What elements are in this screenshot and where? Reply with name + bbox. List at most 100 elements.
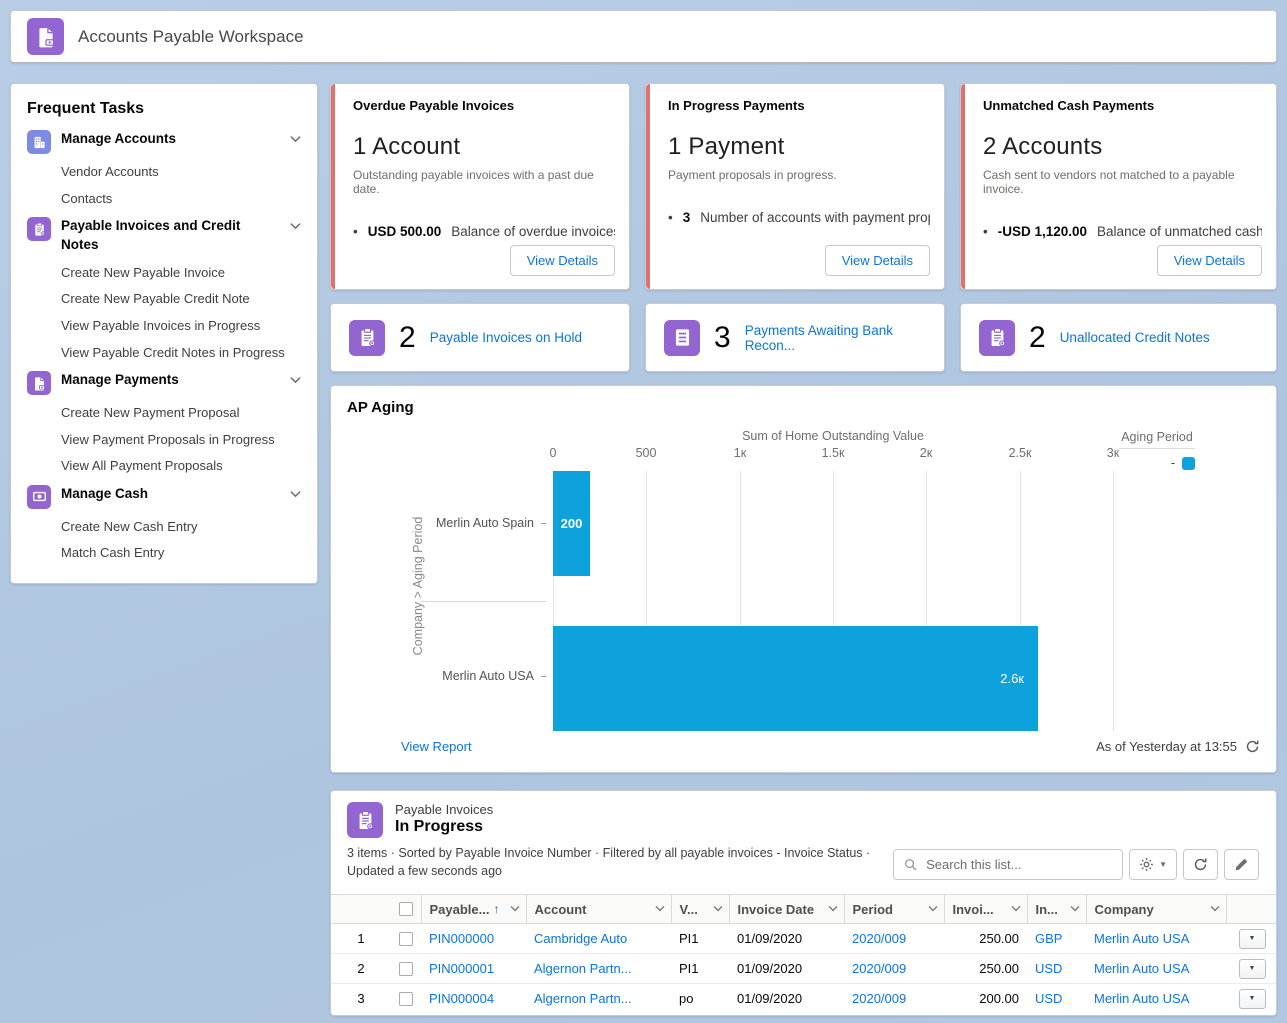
sidebar-item-match-cash-entry[interactable]: Match Cash Entry <box>61 544 301 562</box>
period-link[interactable]: 2020/009 <box>852 931 906 946</box>
chevron-down-icon <box>290 377 301 384</box>
view-report-link[interactable]: View Report <box>401 739 472 754</box>
view-details-button[interactable]: View Details <box>825 245 930 276</box>
currency-link[interactable]: USD <box>1035 961 1062 976</box>
payable-invoice-link[interactable]: PIN000004 <box>429 991 494 1006</box>
quick-count: 2 <box>1029 321 1046 355</box>
chevron-down-icon <box>290 491 301 498</box>
account-link[interactable]: Algernon Partn... <box>534 991 632 1006</box>
x-tick: 2.5к <box>1009 446 1032 460</box>
sidebar-item-contacts[interactable]: Contacts <box>61 190 301 208</box>
table-row: 3 PIN000004 Algernon Partn... po 01/09/2… <box>331 984 1277 1014</box>
row-select-cell[interactable] <box>391 954 421 984</box>
column-header-amount[interactable]: Invoi... <box>944 895 1027 924</box>
row-checkbox[interactable] <box>399 992 413 1006</box>
payable-invoice-link[interactable]: PIN000001 <box>429 961 494 976</box>
quick-link[interactable]: Payments Awaiting Bank Recon... <box>745 323 926 353</box>
bar-merlin-auto-usa[interactable]: 2.6к <box>553 626 1038 731</box>
company-link[interactable]: Merlin Auto USA <box>1094 931 1189 946</box>
row-select-cell[interactable] <box>391 984 421 1014</box>
x-tick: 1.5к <box>822 446 845 460</box>
bullet-icon: • <box>668 210 673 225</box>
account-link[interactable]: Cambridge Auto <box>534 931 627 946</box>
category-separator <box>421 601 546 602</box>
quick-link[interactable]: Payable Invoices on Hold <box>430 330 582 345</box>
sidebar-title: Frequent Tasks <box>27 100 301 118</box>
account-link[interactable]: Algernon Partn... <box>534 961 632 976</box>
x-tick: 2к <box>920 446 932 460</box>
sidebar-section-manage-accounts[interactable]: Manage Accounts <box>27 130 301 154</box>
sidebar-section-manage-payments[interactable]: Manage Payments <box>27 371 301 395</box>
alert-stripe <box>961 84 965 289</box>
edit-button[interactable] <box>1224 849 1259 880</box>
company-link[interactable]: Merlin Auto USA <box>1094 961 1189 976</box>
column-header-company[interactable]: Company <box>1086 895 1226 924</box>
sidebar-item-create-payment-proposal[interactable]: Create New Payment Proposal <box>61 404 301 422</box>
quick-card-awaiting-bank-recon[interactable]: 3 Payments Awaiting Bank Recon... <box>645 303 945 372</box>
search-input[interactable] <box>926 857 1112 872</box>
refresh-button[interactable] <box>1183 849 1218 880</box>
clipboard-icon <box>27 217 51 241</box>
currency-link[interactable]: GBP <box>1035 931 1062 946</box>
column-header-vendor[interactable]: V... <box>671 895 729 924</box>
alert-stripe <box>646 84 650 289</box>
axis-tick <box>541 523 546 524</box>
bar-merlin-auto-spain[interactable]: 200 <box>553 471 590 576</box>
kpi-bullet: •-USD 1,120.00Balance of unmatched cash … <box>983 224 1262 239</box>
currency-link[interactable]: USD <box>1035 991 1062 1006</box>
vendor-invoice-cell: PI1 <box>671 924 729 954</box>
category-label: Merlin Auto USA <box>421 669 546 683</box>
row-checkbox[interactable] <box>399 962 413 976</box>
x-tick: 3к <box>1107 446 1119 460</box>
row-actions-button[interactable]: ▼ <box>1239 929 1266 949</box>
caret-down-icon: ▼ <box>1249 935 1256 942</box>
period-link[interactable]: 2020/009 <box>852 991 906 1006</box>
sidebar-item-view-payment-proposals[interactable]: View Payment Proposals in Progress <box>61 431 301 449</box>
cash-icon <box>27 485 51 509</box>
chevron-down-icon <box>1070 906 1080 912</box>
period-link[interactable]: 2020/009 <box>852 961 906 976</box>
sidebar-section-payable-invoices[interactable]: Payable Invoices and Credit Notes <box>27 217 301 255</box>
search-box[interactable] <box>893 849 1123 880</box>
sidebar-item-view-payable-invoices[interactable]: View Payable Invoices in Progress <box>61 317 301 335</box>
row-select-cell[interactable] <box>391 924 421 954</box>
category-label: Merlin Auto Spain <box>421 516 546 530</box>
x-axis-title: Sum of Home Outstanding Value <box>553 429 1113 443</box>
sidebar-item-create-payable-invoice[interactable]: Create New Payable Invoice <box>61 264 301 282</box>
kpi-headline: 1 Account <box>353 133 615 161</box>
legend-entry[interactable]: - <box>1119 456 1195 470</box>
kpi-headline: 1 Payment <box>668 133 930 161</box>
quick-link[interactable]: Unallocated Credit Notes <box>1060 330 1210 345</box>
select-all-header[interactable] <box>391 895 421 924</box>
refresh-icon[interactable] <box>1245 739 1260 754</box>
sidebar-item-create-cash-entry[interactable]: Create New Cash Entry <box>61 518 301 536</box>
list-settings-button[interactable]: ▼ <box>1129 849 1177 880</box>
company-link[interactable]: Merlin Auto USA <box>1094 991 1189 1006</box>
sidebar-item-vendor-accounts[interactable]: Vendor Accounts <box>61 163 301 181</box>
kpi-bullet: •3Number of accounts with payment propo.… <box>668 210 930 225</box>
chart-legend: Aging Period - <box>1119 430 1195 470</box>
quick-card-invoices-on-hold[interactable]: 2 Payable Invoices on Hold <box>330 303 630 372</box>
row-actions-button[interactable]: ▼ <box>1239 989 1266 1009</box>
sidebar-item-view-all-payment-proposals[interactable]: View All Payment Proposals <box>61 457 301 475</box>
column-header-account[interactable]: Account <box>526 895 671 924</box>
select-all-checkbox[interactable] <box>399 902 413 916</box>
sidebar-item-create-payable-credit-note[interactable]: Create New Payable Credit Note <box>61 290 301 308</box>
sidebar-item-view-payable-credit-notes[interactable]: View Payable Credit Notes in Progress <box>61 344 301 362</box>
column-header-invoice-date[interactable]: Invoice Date <box>729 895 844 924</box>
chevron-down-icon <box>655 906 665 912</box>
workspace-icon <box>27 18 64 55</box>
column-header-period[interactable]: Period <box>844 895 944 924</box>
column-header-currency[interactable]: In... <box>1027 895 1086 924</box>
row-checkbox[interactable] <box>399 932 413 946</box>
view-details-button[interactable]: View Details <box>510 245 615 276</box>
view-details-button[interactable]: View Details <box>1157 245 1262 276</box>
list-view-name[interactable]: In Progress <box>395 818 493 836</box>
frequent-tasks-panel: Frequent Tasks Manage Accounts Vendor Ac… <box>10 83 318 584</box>
quick-card-unallocated-credit-notes[interactable]: 2 Unallocated Credit Notes <box>960 303 1277 372</box>
row-actions-button[interactable]: ▼ <box>1239 959 1266 979</box>
sidebar-section-manage-cash[interactable]: Manage Cash <box>27 485 301 509</box>
column-header-payable[interactable]: Payable...↑ <box>421 895 526 924</box>
payable-invoice-link[interactable]: PIN000000 <box>429 931 494 946</box>
x-tick: 0 <box>550 446 557 460</box>
